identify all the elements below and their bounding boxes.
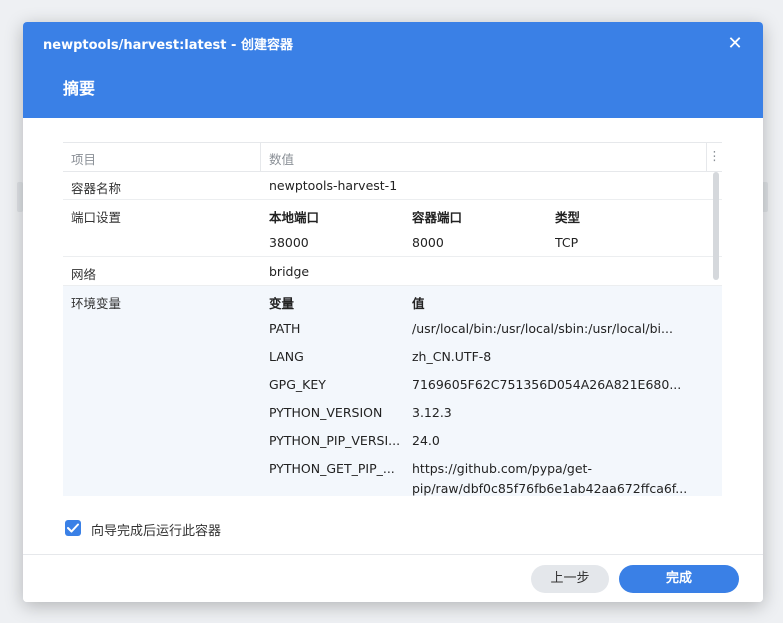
env-var-name: PYTHON_GET_PIP_... [269,461,395,476]
env-var-value: 24.0 [412,433,440,448]
table-row-network: 网络 bridge [63,257,722,286]
finish-button[interactable]: 完成 [619,565,739,593]
table-scrollbar[interactable] [713,172,719,280]
container-name-value: newptools-harvest-1 [269,178,398,193]
env-header-variable: 变量 [269,296,295,311]
port-local-value: 38000 [269,235,309,250]
port-type-value: TCP [555,235,579,250]
env-var-value: 3.12.3 [412,405,452,420]
previous-step-button[interactable]: 上一步 [531,565,609,593]
column-header-item[interactable]: 项目 [71,149,96,168]
summary-table[interactable]: 项目 数值 ⋮ 容器名称 newptools-harvest-1 端口设置 本地… [63,142,722,496]
env-header-value: 值 [412,296,425,311]
close-icon[interactable]: ✕ [723,32,747,56]
row-label: 端口设置 [71,210,122,225]
port-header-type: 类型 [555,210,581,225]
env-var-name: LANG [269,349,304,364]
port-container-value: 8000 [412,235,444,250]
run-after-wizard-label[interactable]: 向导完成后运行此容器 [91,520,221,539]
column-menu-icon[interactable]: ⋮ [707,143,722,171]
dialog-footer: 上一步 完成 [23,554,763,602]
page-heading: 摘要 [63,79,96,98]
env-var-name: PATH [269,321,301,336]
env-var-name: GPG_KEY [269,377,326,392]
port-header-container: 容器端口 [412,210,463,225]
row-label: 环境变量 [71,296,122,311]
env-var-value: zh_CN.UTF-8 [412,349,492,364]
env-var-value: https://github.com/pypa/get- [412,461,592,476]
dialog-title: newptools/harvest:latest - 创建容器 [43,38,293,53]
network-value: bridge [269,264,310,279]
table-row-ports: 端口设置 本地端口 容器端口 类型 38000 8000 TCP [63,200,722,257]
check-icon [67,523,79,533]
column-divider [260,143,261,171]
port-header-local: 本地端口 [269,210,320,225]
table-row-env: 环境变量 变量 值 PATH /usr/local/bin:/usr/local… [63,286,722,496]
env-var-name: PYTHON_VERSION [269,405,383,420]
create-container-dialog: newptools/harvest:latest - 创建容器 ✕ 摘要 项目 … [23,22,763,602]
env-var-value: 7169605F62C751356D054A26A821E680... [412,377,682,392]
table-header: 项目 数值 ⋮ [63,142,722,172]
table-row-container-name: 容器名称 newptools-harvest-1 [63,171,722,200]
dialog-header: newptools/harvest:latest - 创建容器 ✕ 摘要 [23,22,763,118]
run-after-wizard-checkbox[interactable] [65,520,81,536]
column-header-value[interactable]: 数值 [269,149,294,168]
row-label: 容器名称 [71,181,122,196]
env-var-value: /usr/local/bin:/usr/local/sbin:/usr/loca… [412,321,673,336]
env-var-name: PYTHON_PIP_VERSI... [269,433,401,448]
row-label: 网络 [71,267,97,282]
env-var-value-continued: pip/raw/dbf0c85f76fb6e1ab42aa672ffca6f..… [412,481,688,496]
